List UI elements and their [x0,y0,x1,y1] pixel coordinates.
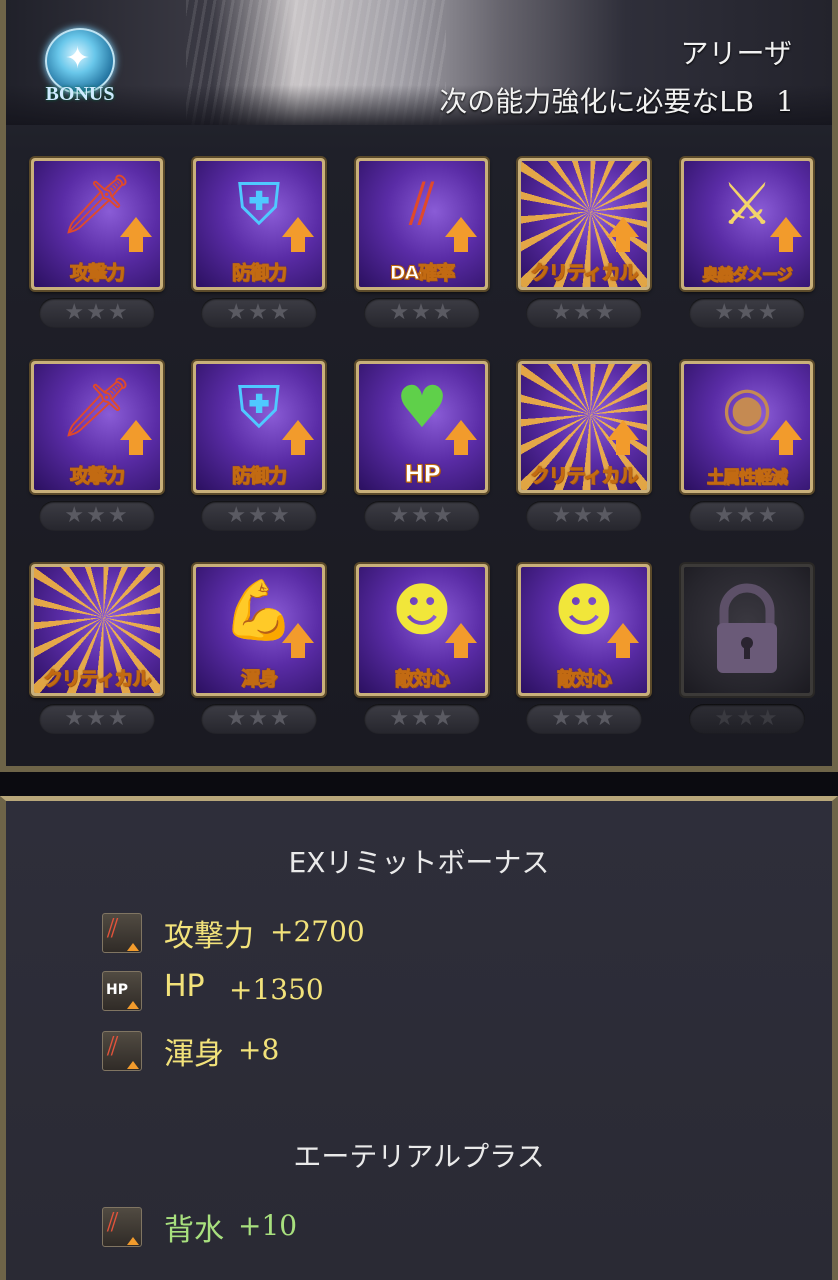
lb-requirement-label: 次の能力強化に必要なLB [439,85,755,118]
bonus-label: 渾身 [164,1037,224,1072]
skill-cell[interactable]: 🗡 攻撃力 ★★★ [31,361,167,531]
character-name: アリーザ [680,37,792,70]
up-arrow-icon [445,420,477,455]
skill-cell[interactable]: 💪 渾身 ★★★ [193,564,329,734]
bonus-summary-panel: EXリミットボーナス ⫽ 攻撃力 +2700 HP HP +1350 ⫽ 渾身 … [0,796,838,1280]
skill-icon-frame: ♥ HP [356,361,488,493]
skill-panel: ✦ BONUS アリーザ 次の能力強化に必要なLB 1 🗡 攻撃力 ★★★ ⛨ 防… [0,0,838,772]
skill-label: 敵対心 [556,668,612,691]
skill-label: 防御力 [231,465,287,488]
skill-cell[interactable]: ⛨ 防御力 ★★★ [193,361,329,531]
hp-up-icon: HP [102,971,142,1011]
skill-icon-frame: ☻ 敵対心 [518,564,650,696]
skill-icon-frame: 💪 渾身 [193,564,325,696]
attack-up-icon: ⫽ [102,1031,142,1071]
star-rating: ★★★ [689,501,805,531]
skill-label: クリティカル [43,668,152,691]
up-arrow-icon [607,217,639,252]
skill-icon-frame: 🗡 攻撃力 [31,158,163,290]
skill-label: 防御力 [231,262,287,285]
skill-cell[interactable]: ☻ 敵対心 ★★★ [356,564,492,734]
star-rating: ★★★ [526,704,642,734]
up-arrow-icon [770,217,802,252]
skill-icon-frame: ◉ 土属性軽減 [681,361,813,493]
star-rating: ★★★ [364,501,480,531]
lock-icon [717,583,777,673]
skill-icon-frame: ⫽ DA確率 [356,158,488,290]
bonus-badge-label: BONUS [45,83,115,105]
up-arrow-icon [120,420,152,455]
skill-cell[interactable]: ⫽ DA確率 ★★★ [356,158,492,328]
skill-icon-frame: ⛨ 防御力 [193,361,325,493]
star-rating: ★★★ [201,501,317,531]
skill-icon-frame [681,564,813,696]
up-arrow-icon [770,420,802,455]
ex-limit-title-text: EXリミットボーナス [288,846,550,879]
bonus-value: +10 [238,1209,298,1242]
skill-label: 敵対心 [394,668,450,691]
skill-icon-frame: クリティカル [31,564,163,696]
star-rating: ★★★ [526,501,642,531]
bonus-value: +2700 [270,915,365,948]
attack-up-icon: ⫽ [102,913,142,953]
attack-up-icon: ⫽ [102,1207,142,1247]
skill-icon-frame: ⚔ 奥義ダメージ [681,158,813,290]
ethereal-plus-title-text: エーテリアルプラス [293,1140,545,1173]
skill-label: 奥義ダメージ [702,265,793,285]
ethereal-plus-title: エーテリアルプラス [6,1135,832,1175]
skill-cell-locked[interactable]: ★★★ [681,564,817,734]
bonus-badge[interactable]: ✦ BONUS [36,28,124,112]
character-portrait [186,0,446,125]
up-arrow-icon [282,217,314,252]
star-rating: ★★★ [201,704,317,734]
bonus-value: +1350 [229,973,324,1006]
skill-cell[interactable]: ☻ 敵対心 ★★★ [518,564,654,734]
up-arrow-icon [445,623,477,658]
star-rating: ★★★ [39,501,155,531]
skill-cell[interactable]: ⚔ 奥義ダメージ ★★★ [681,158,817,328]
star-rating: ★★★ [364,298,480,328]
skill-label: DA確率 [389,262,455,285]
skill-icon-frame: クリティカル [518,158,650,290]
skill-cell[interactable]: クリティカル ★★★ [31,564,167,734]
lb-requirement: 次の能力強化に必要なLB 1 [439,80,794,120]
bonus-value: +8 [238,1033,280,1066]
skill-label: クリティカル [530,465,639,488]
skill-icon-frame: ☻ 敵対心 [356,564,488,696]
skill-label: クリティカル [530,262,639,285]
up-arrow-icon [120,217,152,252]
star-rating: ★★★ [364,704,480,734]
bonus-label: HP [164,969,205,1004]
skill-label: 土属性軽減 [707,468,789,489]
star-rating: ★★★ [39,298,155,328]
skill-cell[interactable]: ◉ 土属性軽減 ★★★ [681,361,817,531]
up-arrow-icon [282,623,314,658]
skill-cell[interactable]: ⛨ 防御力 ★★★ [193,158,329,328]
up-arrow-icon [607,420,639,455]
star-rating: ★★★ [201,298,317,328]
up-arrow-icon [282,420,314,455]
star-rating: ★★★ [689,298,805,328]
bonus-label: 攻撃力 [164,919,254,954]
skill-label: 攻撃力 [69,465,125,488]
skill-icon-frame: クリティカル [518,361,650,493]
skill-cell[interactable]: ♥ HP ★★★ [356,361,492,531]
skill-cell[interactable]: 🗡 攻撃力 ★★★ [31,158,167,328]
bonus-label: 背水 [164,1213,224,1248]
lb-requirement-value: 1 [776,85,794,118]
skill-label: 渾身 [240,668,278,691]
skill-label: HP [404,460,442,489]
skill-icon-frame: 🗡 攻撃力 [31,361,163,493]
star-rating: ★★★ [689,704,805,734]
skill-label: 攻撃力 [69,262,125,285]
up-arrow-icon [445,217,477,252]
star-rating: ★★★ [526,298,642,328]
skill-icon-frame: ⛨ 防御力 [193,158,325,290]
skill-cell[interactable]: クリティカル ★★★ [518,158,654,328]
star-rating: ★★★ [39,704,155,734]
up-arrow-icon [607,623,639,658]
ex-limit-title: EXリミットボーナス [6,841,832,881]
skill-cell[interactable]: クリティカル ★★★ [518,361,654,531]
